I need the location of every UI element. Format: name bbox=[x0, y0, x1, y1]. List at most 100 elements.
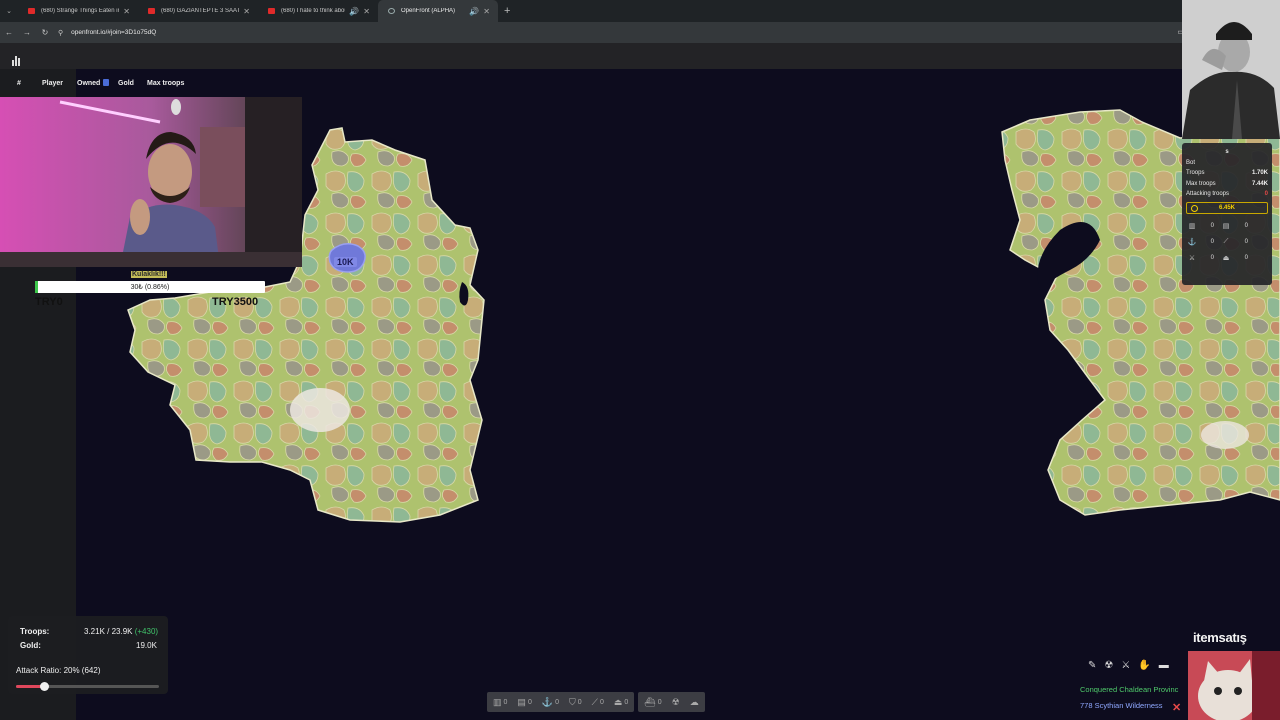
build-hydrogen-bomb-button[interactable]: ☁ bbox=[690, 697, 699, 708]
tab-close-icon[interactable]: ✕ bbox=[243, 7, 250, 16]
browser-tab-1[interactable]: (680) Strange Things Eaten in t ✕ bbox=[18, 0, 138, 22]
col-player[interactable]: Player bbox=[42, 80, 63, 87]
event-log: Conquered Chaldean Provinc 778 Scythian … bbox=[1080, 681, 1190, 715]
bot-type: Bot bbox=[1186, 159, 1196, 166]
tab-close-icon[interactable]: ✕ bbox=[123, 7, 130, 16]
attack-ratio-label: Attack Ratio: 20% (642) bbox=[16, 666, 101, 675]
gold-coin-icon bbox=[1191, 204, 1198, 212]
col-rank[interactable]: # bbox=[17, 80, 21, 87]
city-icon: ▥ bbox=[1188, 222, 1196, 230]
gold-label: Gold: bbox=[20, 641, 41, 650]
browser-tab-3[interactable]: (680) I hate to think about 🔊 ✕ bbox=[258, 0, 378, 22]
center-label: TRY3500 bbox=[212, 296, 259, 308]
defense-post-icon: ⛉ bbox=[568, 696, 576, 707]
troops-count: 3.21K / 23.9K bbox=[84, 627, 133, 636]
col-gold[interactable]: Gold bbox=[118, 80, 134, 87]
back-icon[interactable]: ← bbox=[0, 28, 18, 37]
build-group-weapons: ⛴ 0 ☢ ☁ bbox=[638, 692, 705, 712]
stat-row-attacking-troops: Attacking troops 0 bbox=[1186, 189, 1268, 200]
attack-ratio-handle[interactable] bbox=[40, 682, 50, 691]
building-count: 0 bbox=[1244, 254, 1248, 261]
stat-label: Max troops bbox=[1186, 180, 1216, 187]
building-counts: ▥ 0 ▤ 0 ⚓ 0 ⟋ 0 ⚔ 0 ⏏ 0 bbox=[1186, 222, 1268, 262]
browser-tab-active[interactable]: OpenFront (ALPHA) 🔊 ✕ bbox=[378, 0, 498, 22]
build-count: 0 bbox=[527, 698, 532, 706]
stat-row-troops: Troops 1.70K bbox=[1186, 168, 1268, 179]
sam-launcher-icon: ⏏ bbox=[613, 696, 623, 707]
gold-value: 6.45K bbox=[1218, 204, 1235, 211]
youtube-icon bbox=[148, 8, 155, 14]
sort-indicator-icon bbox=[103, 79, 109, 86]
reload-icon[interactable]: ↻ bbox=[36, 28, 54, 37]
globe-icon bbox=[388, 8, 395, 14]
sword-icon[interactable]: ⚔ bbox=[1121, 660, 1130, 671]
new-tab-button[interactable]: + bbox=[504, 5, 510, 17]
missile-silo-icon: ⟋ bbox=[591, 696, 598, 707]
build-sam-launcher-button[interactable]: ⏏ 0 bbox=[614, 697, 628, 708]
factory-icon: ▤ bbox=[517, 696, 526, 707]
tab-title: OpenFront (ALPHA) bbox=[401, 8, 456, 14]
tab-title: (680) I hate to think about bbox=[281, 8, 346, 14]
tab-speaker-icon[interactable]: 🔊 bbox=[349, 7, 359, 16]
sam-launcher-icon: ⏏ bbox=[1222, 254, 1230, 262]
youtube-icon bbox=[268, 8, 275, 14]
forward-icon[interactable]: → bbox=[18, 28, 36, 37]
stat-value: 0 bbox=[1264, 191, 1268, 198]
tab-search-menu-icon[interactable]: ⌄ bbox=[0, 7, 18, 15]
close-icon[interactable]: ✕ bbox=[1172, 701, 1181, 714]
handshake-icon[interactable]: ✋ bbox=[1138, 660, 1150, 671]
attack-ratio-slider[interactable] bbox=[16, 682, 159, 691]
building-count: 0 bbox=[1210, 238, 1214, 245]
tab-title: (680) Strange Things Eaten in t bbox=[41, 8, 120, 14]
build-group-structures: ▥ 0 ▤ 0 ⚓ 0 ⛉ 0 ⟋ 0 ⏏ 0 bbox=[487, 692, 635, 712]
portrait-photo bbox=[1182, 0, 1280, 139]
missile-silo-icon: ⟋ bbox=[1223, 237, 1229, 245]
address-bar-row: ← → ↻ ⚲ openfront.io/#join=3D1o75dQ ▭ bbox=[0, 22, 1280, 43]
pencil-icon[interactable]: ✎ bbox=[1088, 660, 1096, 671]
donation-progress-bar: 30₺ (0.86%) bbox=[35, 281, 265, 293]
chat-icon[interactable]: ▬ bbox=[1159, 660, 1169, 671]
snow-area-right bbox=[1201, 421, 1249, 449]
tab-close-icon[interactable]: ✕ bbox=[483, 7, 490, 16]
browser-tab-2[interactable]: (680) GAZİANTEPTE 3 SAATTİ ✕ bbox=[138, 0, 258, 22]
left-label: TRY0 bbox=[35, 296, 63, 308]
factory-icon: ▤ bbox=[1222, 222, 1230, 230]
bot-name: s bbox=[1225, 149, 1229, 156]
col-max-troops[interactable]: Max troops bbox=[147, 80, 184, 87]
nuke-icon[interactable]: ☢ bbox=[1104, 660, 1113, 671]
gold-value: 19.0K bbox=[136, 641, 157, 650]
site-info-icon[interactable]: ⚲ bbox=[58, 29, 63, 37]
col-owned[interactable]: Owned bbox=[77, 80, 100, 87]
build-port-button[interactable]: ⚓ 0 bbox=[542, 697, 559, 708]
defense-post-icon: ⚔ bbox=[1188, 254, 1196, 262]
donation-progress-text: 30₺ (0.86%) bbox=[130, 284, 170, 291]
build-defense-post-button[interactable]: ⛉ 0 bbox=[569, 697, 582, 708]
build-count: 0 bbox=[555, 698, 559, 706]
action-controls: ✎ ☢ ⚔ ✋ ▬ bbox=[1082, 655, 1192, 675]
build-warship-button[interactable]: ⛴ 0 bbox=[644, 697, 661, 708]
tab-close-icon[interactable]: ✕ bbox=[363, 7, 370, 16]
player-info-panel: s Bot Troops 1.70K Max troops 7.44K Atta… bbox=[1182, 143, 1272, 285]
game-canvas[interactable]: # Player Owned Gold Max troops Kulaklık!… bbox=[0, 43, 1280, 720]
leaderboard-icon[interactable] bbox=[12, 56, 22, 66]
build-factory-button[interactable]: ▤ 0 bbox=[517, 697, 531, 708]
port-icon: ⚓ bbox=[1187, 238, 1197, 246]
webcam-overlay bbox=[0, 97, 302, 267]
build-count: 0 bbox=[657, 698, 662, 706]
tab-speaker-icon[interactable]: 🔊 bbox=[469, 7, 479, 16]
building-count: 0 bbox=[1244, 222, 1248, 229]
troops-label: Troops: bbox=[20, 627, 50, 636]
event-message: Conquered Chaldean Provinc bbox=[1080, 684, 1179, 694]
build-menu-bar: ▥ 0 ▤ 0 ⚓ 0 ⛉ 0 ⟋ 0 ⏏ 0 ⛴ 0 ☢ ☁ bbox=[487, 692, 705, 712]
leaderboard-header: # Player Owned Gold Max troops bbox=[8, 76, 198, 90]
building-count: 0 bbox=[1210, 222, 1214, 229]
url-field[interactable]: openfront.io/#join=3D1o75dQ bbox=[71, 29, 156, 36]
stat-label: Troops bbox=[1186, 170, 1205, 177]
build-count: 0 bbox=[624, 698, 629, 706]
build-missile-silo-button[interactable]: ⟋ 0 bbox=[592, 697, 604, 708]
build-atom-bomb-button[interactable]: ☢ bbox=[672, 697, 680, 708]
atom-bomb-icon: ☢ bbox=[671, 696, 680, 707]
player-troops-label: 10K bbox=[334, 257, 357, 267]
build-city-button[interactable]: ▥ 0 bbox=[493, 697, 507, 708]
hydrogen-bomb-icon: ☁ bbox=[689, 696, 699, 707]
